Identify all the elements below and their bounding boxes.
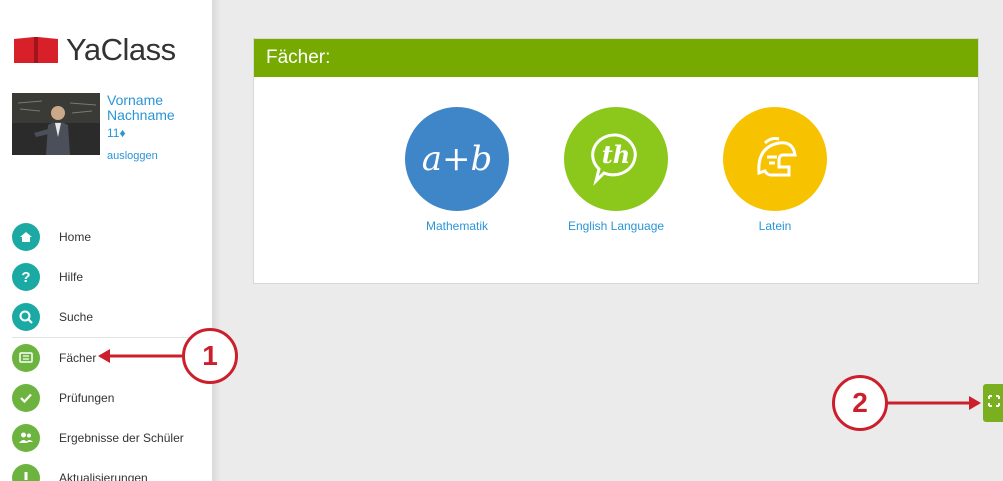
logout-link[interactable]: ausloggen bbox=[107, 150, 175, 162]
sidebar-item-student-results[interactable]: Ergebnisse der Schüler bbox=[12, 418, 208, 458]
sidebar-item-label: Suche bbox=[59, 310, 94, 324]
help-icon: ? bbox=[12, 263, 40, 291]
subject-label: Mathematik bbox=[425, 219, 489, 233]
sidebar-item-label: Ergebnisse der Schüler bbox=[59, 431, 184, 445]
last-name-link[interactable]: Nachname bbox=[107, 108, 175, 123]
subject-label: Latein bbox=[758, 219, 792, 233]
sidebar: YaClass Vorname Nachname 11♦ ausloggen H… bbox=[0, 0, 212, 481]
panel-header: Fächer: bbox=[254, 39, 978, 77]
expand-icon bbox=[988, 394, 1000, 412]
annotation-callout-1: 1 bbox=[182, 328, 238, 384]
logo[interactable]: YaClass bbox=[12, 30, 176, 70]
home-icon bbox=[12, 223, 40, 251]
speech-bubble-icon: th bbox=[564, 107, 668, 211]
users-icon bbox=[12, 424, 40, 452]
math-icon: a+b bbox=[405, 107, 509, 211]
subjects-panel: Fächer: a+b Mathematik th English Langua… bbox=[253, 38, 979, 284]
sidebar-item-home[interactable]: Home bbox=[12, 217, 208, 257]
annotation-arrow-1 bbox=[98, 349, 182, 363]
page: YaClass Vorname Nachname 11♦ ausloggen H… bbox=[0, 0, 1003, 481]
exclamation-icon bbox=[12, 464, 40, 481]
sidebar-item-label: Home bbox=[59, 230, 92, 244]
sidebar-item-label: Prüfungen bbox=[59, 391, 115, 405]
sidebar-item-updates[interactable]: Aktualisierungen bbox=[12, 458, 208, 481]
svg-text:?: ? bbox=[21, 269, 30, 285]
avatar[interactable] bbox=[12, 93, 100, 155]
logo-text: YaClass bbox=[66, 32, 176, 67]
helmet-icon bbox=[723, 107, 827, 211]
panel-title: Fächer: bbox=[266, 47, 331, 68]
sidebar-item-label: Aktualisierungen bbox=[59, 471, 148, 481]
sidebar-shadow bbox=[212, 0, 221, 481]
subjects-icon bbox=[12, 344, 40, 372]
fullscreen-button[interactable] bbox=[983, 384, 1003, 422]
check-icon bbox=[12, 384, 40, 412]
subject-label: English Language bbox=[567, 219, 665, 233]
subjects-list: a+b Mathematik th English Language Latei… bbox=[254, 77, 978, 283]
subject-glyph: th bbox=[601, 140, 631, 169]
callout-number: 1 bbox=[202, 340, 218, 371]
sidebar-item-help[interactable]: ? Hilfe bbox=[12, 257, 208, 297]
sidebar-item-label: Fächer bbox=[59, 351, 97, 365]
sidebar-item-label: Hilfe bbox=[59, 270, 84, 284]
book-logo-icon bbox=[12, 35, 60, 65]
callout-number: 2 bbox=[852, 387, 868, 418]
profile-info: Vorname Nachname 11♦ ausloggen bbox=[107, 93, 175, 163]
subject-mathematics[interactable]: a+b Mathematik bbox=[392, 107, 522, 233]
subject-english[interactable]: th English Language bbox=[551, 107, 681, 233]
first-name-link[interactable]: Vorname bbox=[107, 93, 175, 108]
points-badge: 11♦ bbox=[107, 126, 126, 140]
subject-glyph: a+b bbox=[421, 139, 493, 179]
search-icon bbox=[12, 303, 40, 331]
annotation-callout-2: 2 bbox=[832, 375, 888, 431]
annotation-arrow-2 bbox=[887, 396, 981, 410]
user-profile: Vorname Nachname 11♦ ausloggen bbox=[12, 93, 175, 162]
sidebar-item-exams[interactable]: Prüfungen bbox=[12, 378, 208, 418]
sidebar-item-search[interactable]: Suche bbox=[12, 297, 208, 337]
subject-latin[interactable]: Latein bbox=[710, 107, 840, 233]
